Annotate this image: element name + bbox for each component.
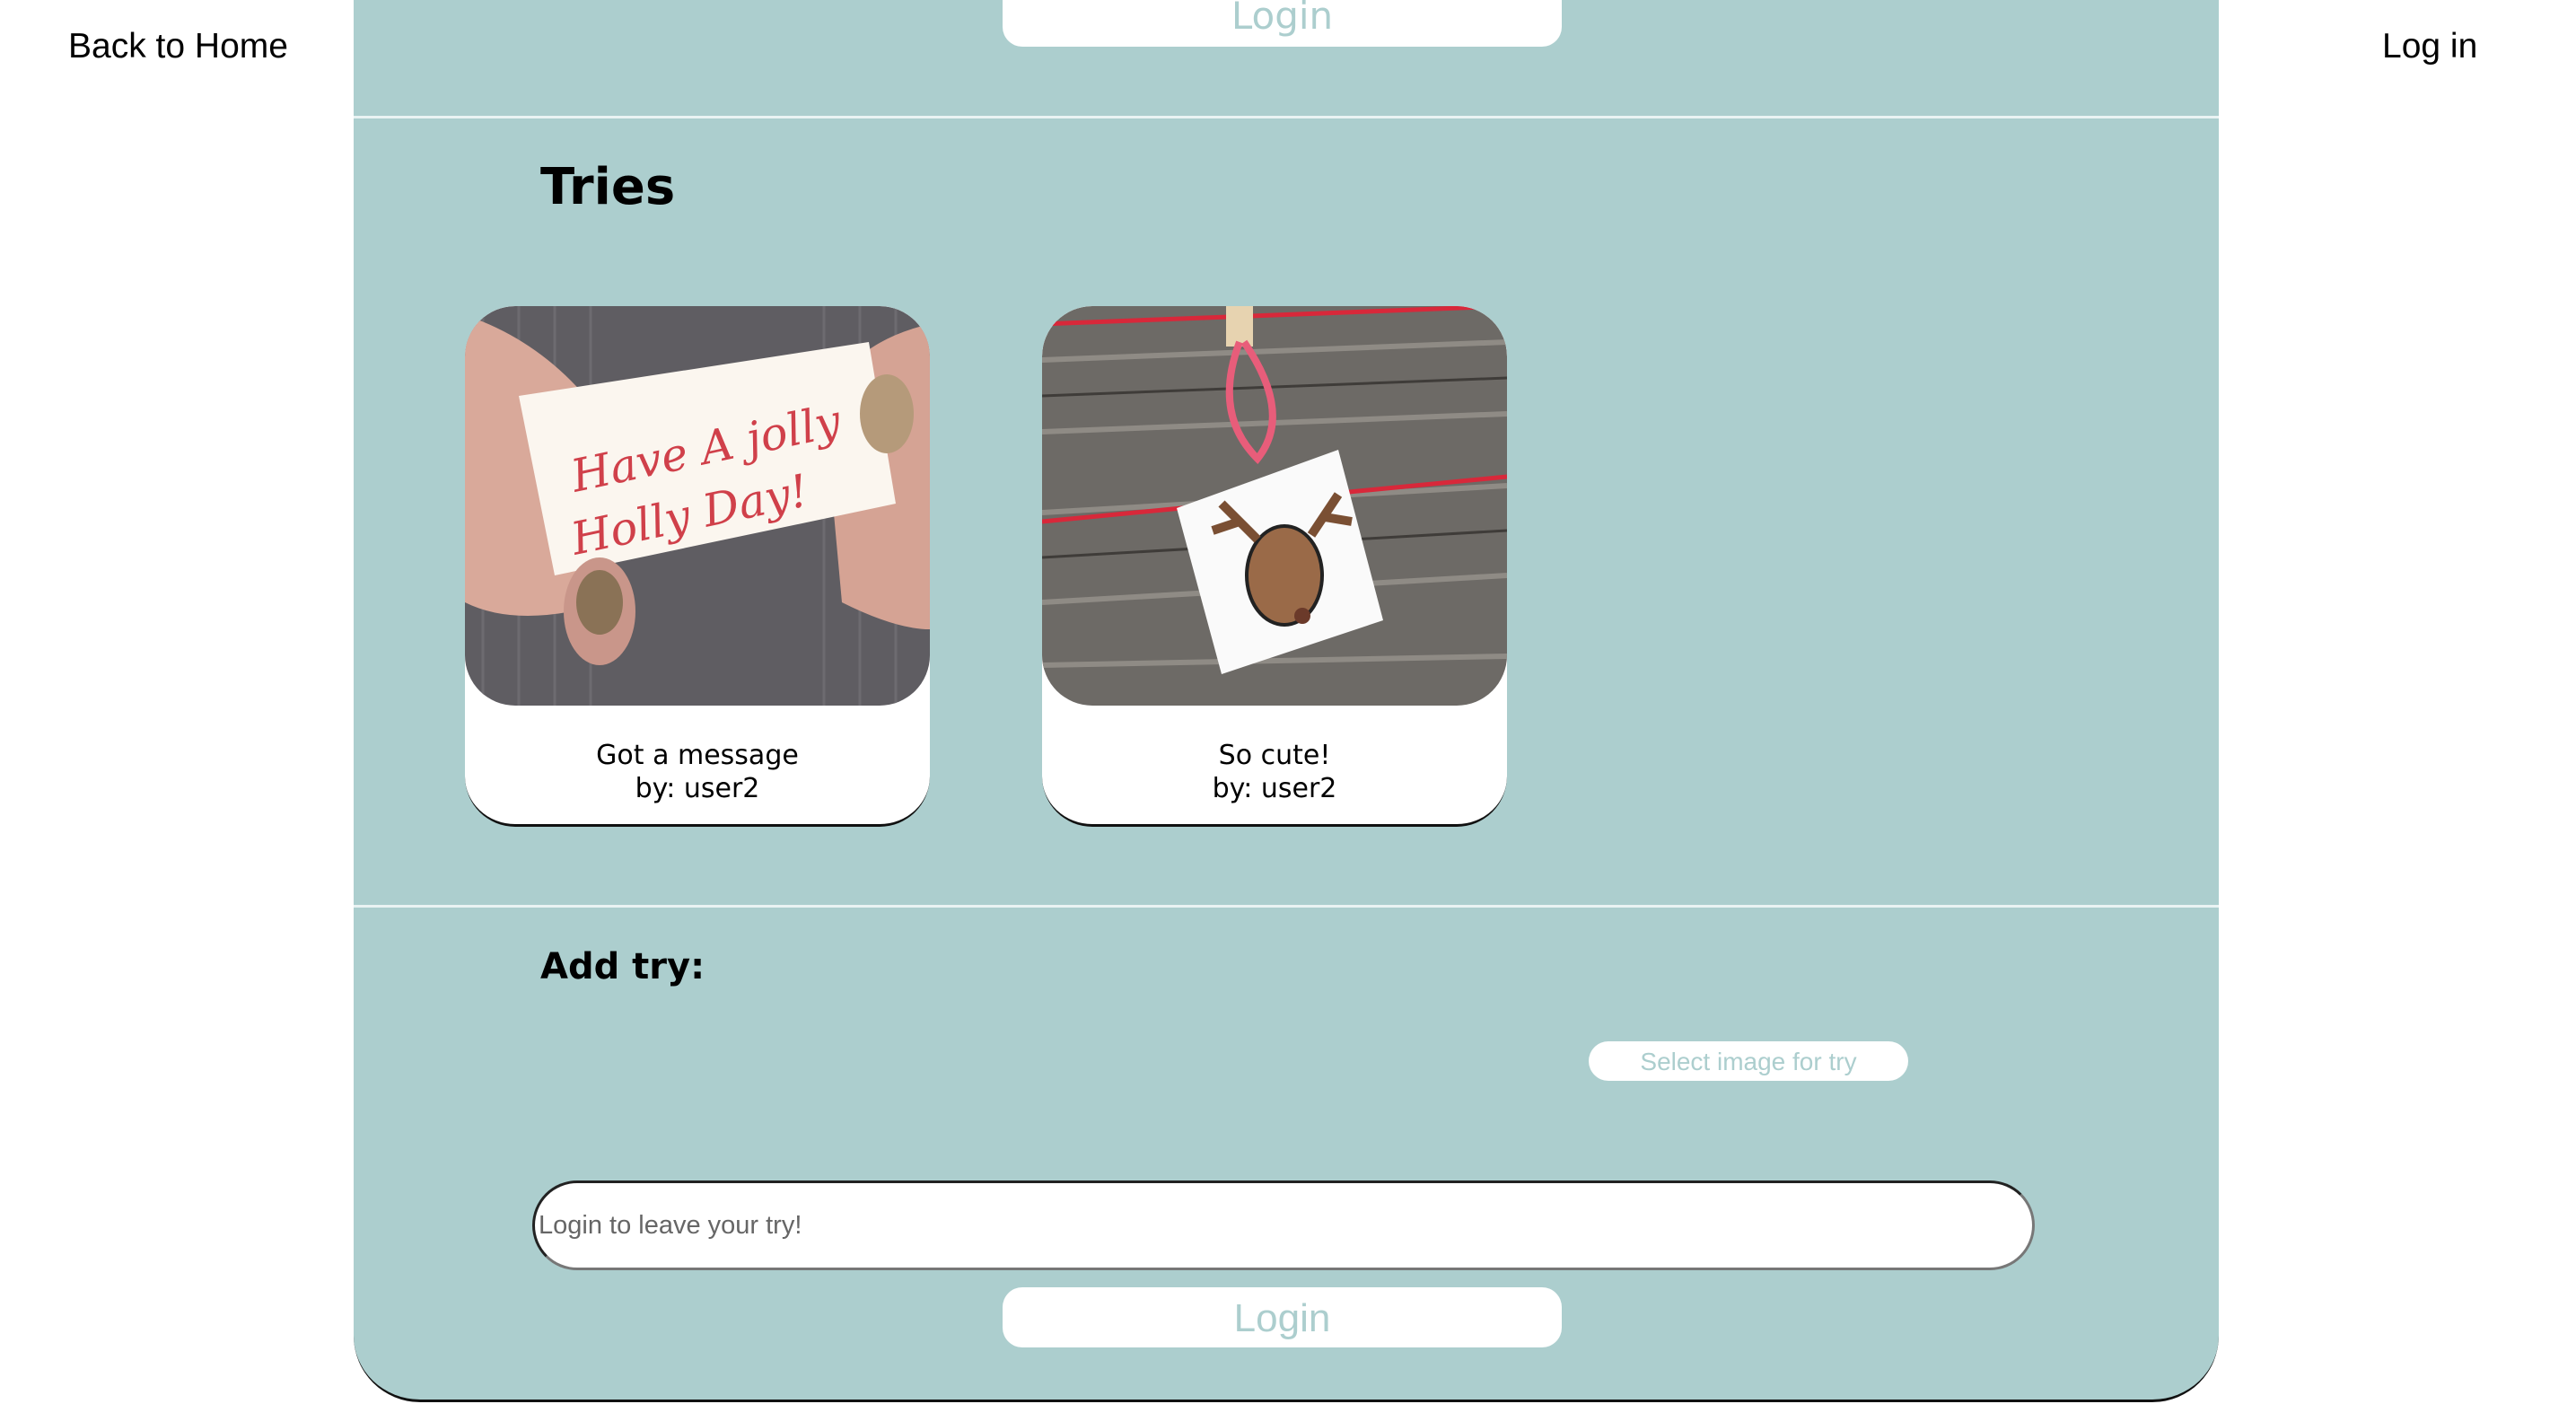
divider (354, 905, 2219, 908)
select-image-button[interactable]: Select image for try (1589, 1041, 1908, 1081)
log-in-link[interactable]: Log in (2382, 27, 2477, 66)
try-title: Got a message (596, 740, 799, 771)
try-title: So cute! (1218, 740, 1331, 771)
top-login-button[interactable]: Login (1003, 0, 1562, 47)
back-to-home-link[interactable]: Back to Home (68, 27, 288, 66)
try-card[interactable]: So cute! by: user2 (1042, 306, 1507, 827)
add-try-title: Add try: (540, 946, 705, 987)
try-card[interactable]: Have A jolly Holly Day! Got a message by… (465, 306, 930, 827)
content-panel: Login Tries Have A jolly Holly Day! Got … (354, 0, 2219, 1402)
divider (354, 116, 2219, 118)
try-text-input[interactable] (532, 1180, 2035, 1270)
try-image (1042, 306, 1507, 706)
try-image: Have A jolly Holly Day! (465, 306, 930, 706)
try-author: by: user2 (635, 773, 760, 804)
tries-title: Tries (540, 158, 676, 216)
try-author: by: user2 (1212, 773, 1337, 804)
try-caption: So cute! by: user2 (1042, 739, 1507, 805)
login-button[interactable]: Login (1003, 1287, 1562, 1347)
try-caption: Got a message by: user2 (465, 739, 930, 805)
